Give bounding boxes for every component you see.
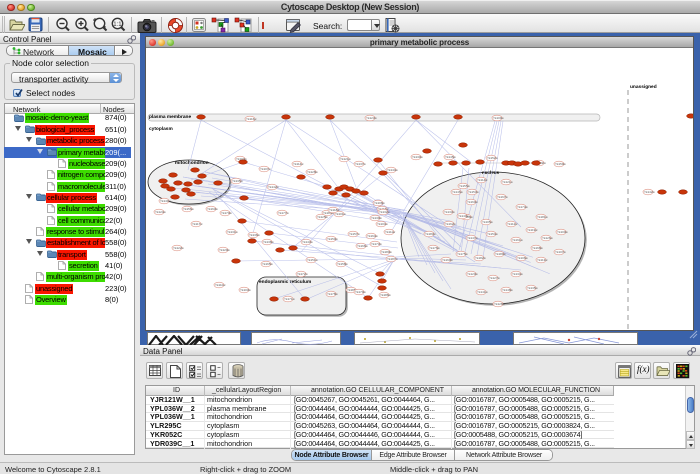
svg-text:Yk154w: Yk154w [487,232,499,236]
svg-text:Yk109w: Yk109w [493,116,505,120]
svg-text:Yk123w: Yk123w [366,116,378,120]
svg-text:Yk112w: Yk112w [507,222,518,226]
svg-text:endoplasmic reticulum: endoplasmic reticulum [259,279,311,285]
svg-text:Yk182w: Yk182w [475,256,487,260]
svg-text:Yk161w: Yk161w [512,238,524,242]
svg-text:Yk179w: Yk179w [355,290,367,294]
svg-text:Yk169w: Yk169w [442,258,454,262]
svg-text:Yk183w: Yk183w [425,232,437,236]
svg-text:Yk144w: Yk144w [387,168,399,172]
svg-text:Yk119w: Yk119w [527,228,538,232]
svg-text:Yk121w: Yk121w [502,180,514,184]
svg-text:Yk132w: Yk132w [379,210,391,214]
svg-text:Yk111w: Yk111w [385,230,396,234]
svg-text:Yk107w: Yk107w [555,250,567,254]
svg-text:Yk137w: Yk137w [355,162,367,166]
svg-text:Yk147w: Yk147w [467,236,479,240]
svg-text:Yk114w: Yk114w [293,162,304,166]
svg-text:Yk156w: Yk156w [183,207,195,211]
svg-text:unassigned: unassigned [630,84,657,90]
svg-text:Yk125w: Yk125w [317,215,329,219]
svg-text:Yk186w: Yk186w [380,293,392,297]
svg-text:Yk130w: Yk130w [412,155,424,159]
svg-text:Yk138w: Yk138w [263,240,275,244]
svg-text:Yk155w: Yk155w [459,184,471,188]
svg-text:Yk133w: Yk133w [444,210,456,214]
svg-text:Yk152w: Yk152w [487,156,499,160]
svg-text:Yk126w: Yk126w [542,236,554,240]
svg-text:Yk158w: Yk158w [337,262,349,266]
svg-text:Yk131w: Yk131w [227,230,239,234]
svg-text:Yk167w: Yk167w [497,195,509,199]
svg-text:Yk162w: Yk162w [445,222,457,226]
svg-text:Yk168w: Yk168w [532,246,544,250]
svg-text:Yk142w: Yk142w [644,190,656,194]
svg-text:Yk142w: Yk142w [268,185,280,189]
svg-text:Yk128w: Yk128w [307,170,319,174]
svg-text:Yk118w: Yk118w [329,208,340,212]
svg-text:Yk135w: Yk135w [527,286,539,290]
svg-text:Yk105w: Yk105w [482,220,494,224]
svg-text:Yk151w: Yk151w [307,258,319,262]
svg-text:Yk189w: Yk189w [495,252,507,256]
svg-text:Yk108w: Yk108w [374,201,386,205]
svg-text:Yk136w: Yk136w [249,233,261,237]
svg-text:Yk172w: Yk172w [297,272,309,276]
svg-text:Yk149w: Yk149w [160,199,172,203]
svg-text:Yk129w: Yk129w [219,248,231,252]
svg-text:Yk134w: Yk134w [512,272,524,276]
svg-text:Yk174w: Yk174w [517,205,529,209]
svg-text:Yk177w: Yk177w [278,211,290,215]
svg-text:Yk139w: Yk139w [371,216,383,220]
svg-text:Yk163w: Yk163w [207,207,219,211]
svg-text:Yk128w: Yk128w [494,302,506,306]
svg-text:Yk143w: Yk143w [302,240,314,244]
svg-text:Yk104w: Yk104w [377,222,389,226]
svg-text:Yk117w: Yk117w [192,222,203,226]
svg-text:Yk103w: Yk103w [240,288,252,292]
svg-text:Yk180w: Yk180w [381,250,393,254]
svg-text:cytoplasm: cytoplasm [149,126,173,132]
svg-text:Yk101w: Yk101w [335,212,347,216]
svg-text:Yk159w: Yk159w [555,162,567,166]
svg-text:Yk122w: Yk122w [173,246,185,250]
svg-text:Yk150w: Yk150w [327,237,339,241]
svg-text:Yk100w: Yk100w [557,230,569,234]
svg-text:Yk175w: Yk175w [457,252,469,256]
svg-text:Yk127w: Yk127w [489,276,501,280]
svg-text:Yk173w: Yk173w [371,242,383,246]
svg-text:Yk166w: Yk166w [357,244,369,248]
svg-text:Yk145w: Yk145w [445,155,457,159]
svg-text:Yk160w: Yk160w [467,200,479,204]
svg-text:Yk114w: Yk114w [477,178,488,182]
svg-text:Yk171w: Yk171w [284,297,296,301]
svg-text:Yk178w: Yk178w [327,292,339,296]
svg-text:mitochondrion: mitochondrion [175,160,209,166]
svg-text:Yk121w: Yk121w [340,157,352,161]
svg-text:Yk110w: Yk110w [215,283,226,287]
svg-text:Yk187w: Yk187w [387,257,399,261]
svg-text:Yk107w: Yk107w [260,167,272,171]
svg-text:Yk153w: Yk153w [468,190,480,194]
svg-text:Yk164w: Yk164w [367,234,379,238]
svg-text:Yk124w: Yk124w [155,210,167,214]
svg-text:Yk135w: Yk135w [232,179,244,183]
svg-text:Yk146w: Yk146w [452,190,464,194]
svg-text:Yk113w: Yk113w [537,258,548,262]
svg-text:Yk106w: Yk106w [517,256,529,260]
svg-text:1:1: 1:1 [113,22,122,28]
svg-text:Yk140w: Yk140w [458,214,470,218]
svg-text:plasma membrane: plasma membrane [149,114,191,120]
svg-text:Yk141w: Yk141w [477,290,489,294]
svg-text:Yk176w: Yk176w [429,246,441,250]
svg-text:Yk120w: Yk120w [467,272,479,276]
svg-text:Yk181w: Yk181w [537,215,549,219]
svg-text:Yk165w: Yk165w [262,262,274,266]
svg-text:Yk148w: Yk148w [502,288,514,292]
svg-text:Yk170w: Yk170w [221,211,233,215]
svg-text:Yk157w: Yk157w [349,232,361,236]
svg-text:Yk116w: Yk116w [246,117,257,121]
